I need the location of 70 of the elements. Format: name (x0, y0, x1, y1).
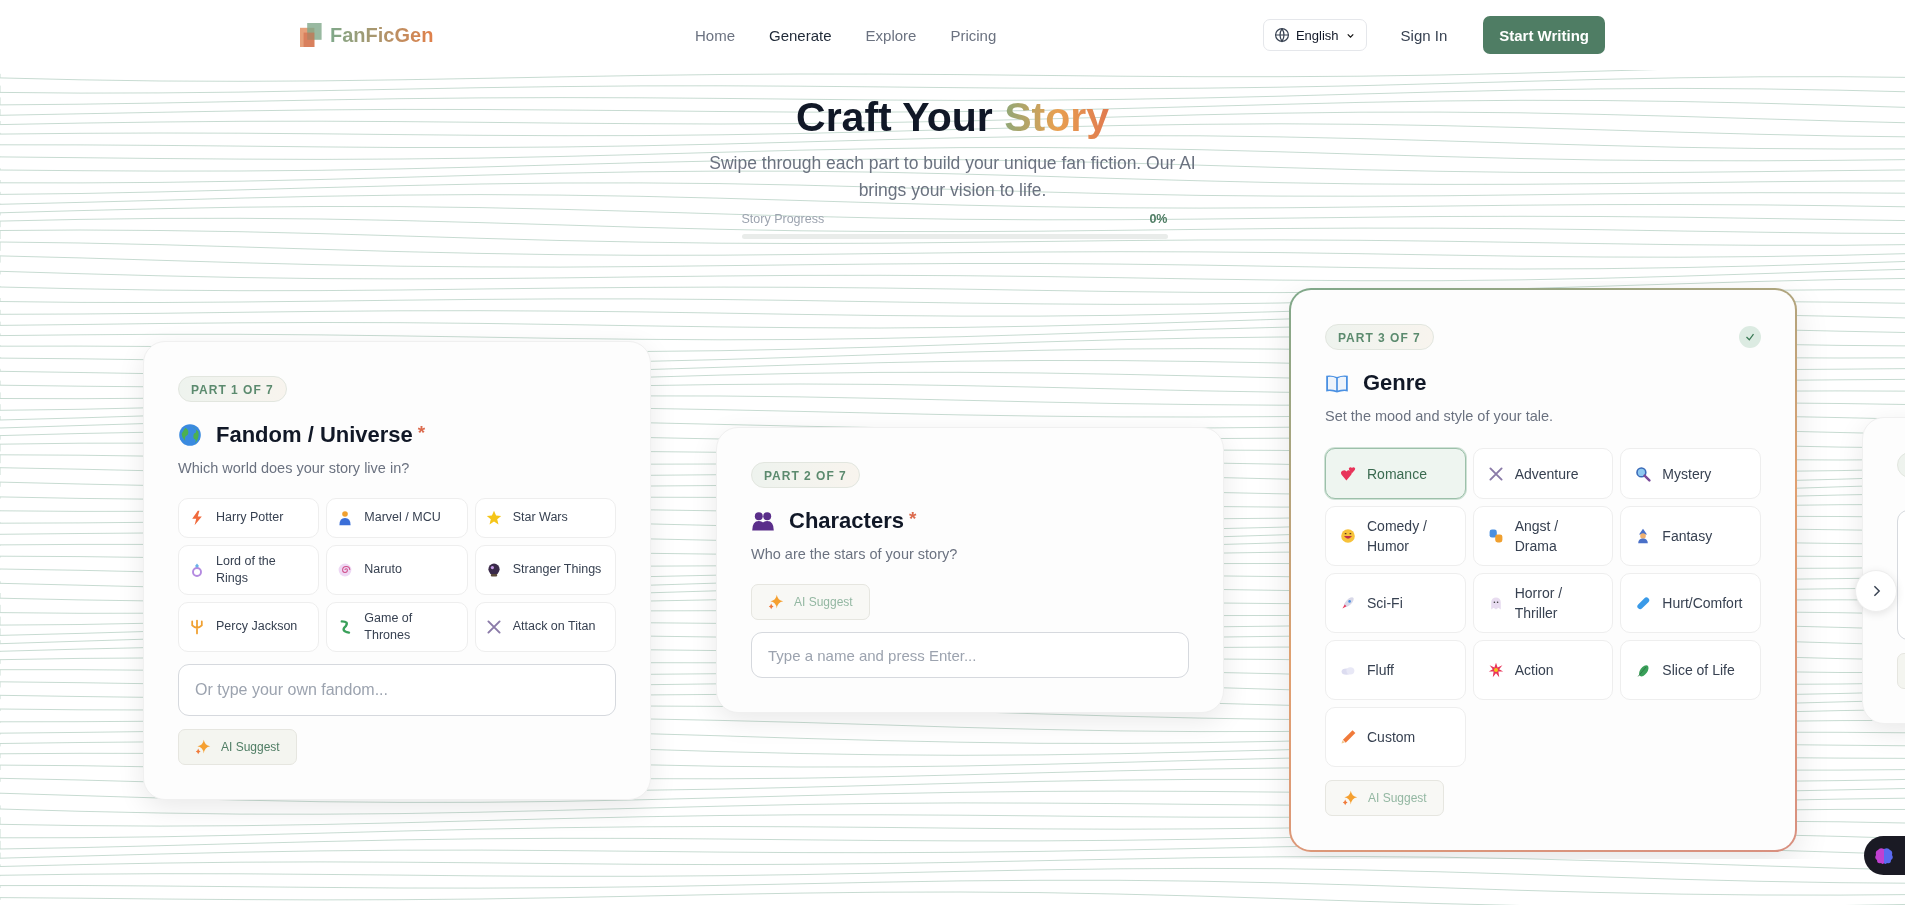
logo-icon (300, 23, 324, 47)
people-icon (751, 509, 775, 533)
option-chip[interactable]: Percy Jackson (178, 601, 320, 652)
spiral-icon (337, 561, 354, 578)
option-chip[interactable]: Game of Thrones (326, 601, 468, 652)
crossed-swords-icon (1487, 465, 1504, 482)
option-chip[interactable]: Action (1472, 640, 1614, 700)
crystal-ball-icon (485, 561, 502, 578)
option-chip[interactable]: Fantasy (1620, 506, 1761, 566)
nav-link[interactable]: Generate (769, 26, 832, 44)
ring-icon (189, 561, 205, 578)
text-field[interactable]: Or type your own fandom... (178, 663, 616, 716)
burst-icon (1487, 662, 1504, 678)
subtitle: Swipe through each part to build your unique fan fiction. Our AI brings your vision to life. (708, 152, 1197, 202)
ai-suggest-button[interactable]: AI Suggest (178, 728, 297, 765)
crossed-swords-icon (485, 618, 502, 635)
required-mark: * (908, 508, 917, 530)
part-badge: PART 3 OF 7 (1325, 324, 1434, 350)
smiley-icon (1340, 528, 1356, 544)
card-title: Fandom / Universe (216, 421, 413, 448)
card-title: Characters (789, 508, 904, 534)
sparkle-icon (768, 594, 784, 610)
part-badge: PART 2 OF 7 (751, 462, 860, 488)
lightning-icon (189, 509, 205, 526)
option-chip[interactable]: Romance (1325, 448, 1466, 499)
card-title: Genre (1363, 370, 1427, 396)
option-chip[interactable]: Mystery (1620, 448, 1761, 499)
option-chip[interactable]: Hurt/Comfort (1620, 573, 1761, 633)
sparkle-icon (195, 738, 211, 755)
card-description: Who are the stars of your story? (751, 546, 959, 562)
option-chip[interactable]: Slice of Life (1620, 640, 1761, 700)
option-chip[interactable]: Stranger Things (474, 544, 616, 595)
page-title: Craft Your Story (796, 94, 1109, 140)
magnifier-icon (1635, 465, 1652, 482)
hearts-icon (1340, 465, 1356, 482)
brain-icon (1874, 845, 1894, 866)
card-description: Which world does your story live in? (178, 459, 411, 476)
sparkle-icon (1342, 790, 1358, 806)
option-chip[interactable]: Sci-Fi (1325, 573, 1466, 633)
start-writing-button[interactable]: Start Writing (1483, 16, 1605, 54)
option-chip[interactable]: Star Wars (474, 497, 616, 538)
option-chip[interactable]: Custom (1325, 707, 1466, 767)
option-chip[interactable]: Angst / Drama (1472, 506, 1614, 566)
person-icon (337, 509, 354, 526)
option-chip[interactable]: Lord of the Rings (178, 544, 320, 595)
part-badge: PART 1 OF 7 (178, 375, 287, 402)
rocket-icon (1340, 595, 1356, 611)
star-icon (485, 509, 502, 526)
option-chip[interactable]: Naruto (326, 544, 468, 595)
masks-icon (1487, 528, 1504, 544)
option-chip[interactable]: Marvel / MCU (326, 497, 468, 538)
card-description: Set the mood and style of your tale. (1325, 408, 1555, 424)
nav-link[interactable]: Pricing (950, 26, 997, 44)
nav-link[interactable]: Home (695, 26, 735, 44)
option-chip[interactable]: Fluff (1325, 640, 1466, 700)
progress-value: 0% (1149, 212, 1168, 226)
option-chip[interactable]: Comedy / Humor (1325, 506, 1466, 566)
option-chip[interactable]: Horror / Thriller (1472, 573, 1614, 633)
option-chip[interactable]: Adventure (1472, 448, 1614, 499)
required-mark: * (417, 421, 426, 444)
sign-in-link[interactable]: Sign In (1400, 26, 1448, 44)
option-chip[interactable]: Attack on Titan (474, 601, 616, 652)
nav-link[interactable]: Explore (865, 26, 917, 44)
globe-icon (1273, 27, 1290, 43)
globe-icon (178, 422, 202, 447)
option-chip[interactable]: Harry Potter (178, 497, 320, 538)
language-select[interactable]: English (1262, 19, 1367, 51)
text-field[interactable]: Type a name and press Enter... (751, 632, 1189, 678)
progress-label: Story Progress (741, 212, 825, 226)
trident-icon (189, 618, 205, 635)
